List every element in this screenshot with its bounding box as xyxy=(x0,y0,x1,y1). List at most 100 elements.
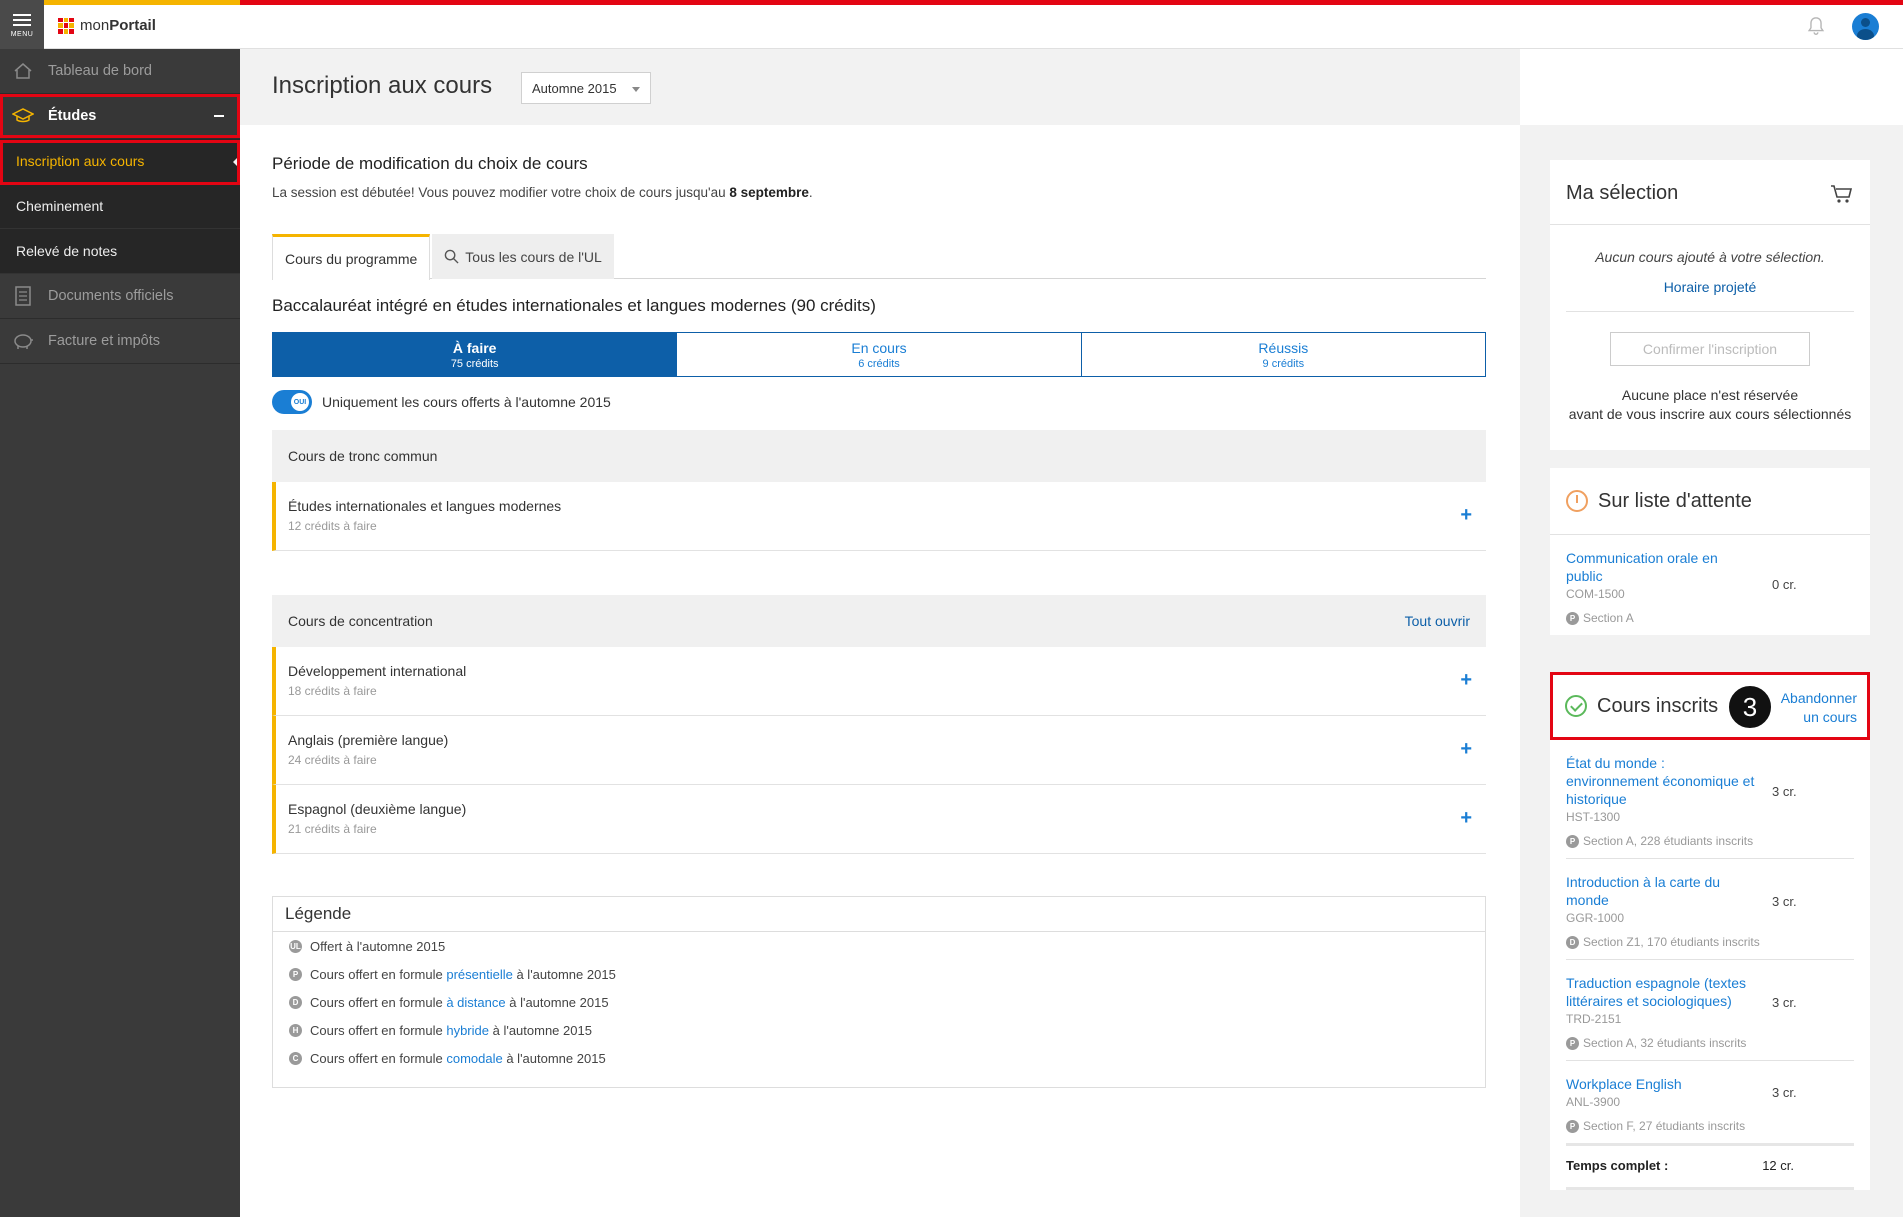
accent-line xyxy=(44,0,240,5)
sidebar-item-label: Études xyxy=(48,108,97,124)
expand-plus-icon[interactable]: + xyxy=(1460,738,1472,761)
tab-label: Cours du programme xyxy=(285,250,418,267)
piggy-bank-icon xyxy=(12,330,34,352)
selection-note: Aucune place n'est réservée avant de vou… xyxy=(1550,386,1870,450)
toggle-knob: OUI xyxy=(291,393,309,411)
course-code: TRD-2151 xyxy=(1566,1012,1622,1026)
hamburger-icon xyxy=(13,11,31,29)
logo-text-light: mon xyxy=(80,17,110,34)
course-link[interactable]: Traduction espagnole (textes littéraires… xyxy=(1566,974,1756,1010)
course-credits: 3 cr. xyxy=(1772,894,1797,909)
home-icon xyxy=(12,60,34,82)
hybride-badge-icon: H xyxy=(289,1023,302,1037)
course-group-credits: 24 crédits à faire xyxy=(288,753,377,767)
offered-ul-badge-icon: UL xyxy=(289,939,302,953)
expand-plus-icon[interactable]: + xyxy=(1460,504,1472,527)
legend-title: Légende xyxy=(273,897,1485,932)
legend-link[interactable]: présentielle xyxy=(446,967,513,982)
sidebar-subitem-inscription[interactable]: Inscription aux cours xyxy=(0,139,240,184)
enrolled-header: Cours inscrits 3 Abandonner un cours xyxy=(1550,672,1870,740)
logo-mark-icon xyxy=(58,17,74,34)
course-group-credits: 12 crédits à faire xyxy=(288,519,377,533)
sidebar-item-label: Facture et impôts xyxy=(48,333,161,349)
projected-schedule-link[interactable]: Horaire projeté xyxy=(1550,279,1870,295)
course-section-text: Section F, 27 étudiants inscrits xyxy=(1583,1119,1746,1133)
sidebar-item-documents[interactable]: Documents officiels xyxy=(0,274,240,319)
course-credits: 3 cr. xyxy=(1772,1085,1797,1100)
legend-text: à l'automne 2015 xyxy=(516,966,616,982)
user-avatar[interactable] xyxy=(1852,13,1879,40)
collapse-icon[interactable] xyxy=(214,115,224,117)
course-tabs: Cours du programme Tous les cours de l'U… xyxy=(272,234,1486,280)
section-title: Cours de concentration xyxy=(288,613,433,629)
sidebar-item-dashboard[interactable]: Tableau de bord xyxy=(0,49,240,94)
segment-a-faire[interactable]: À faire 75 crédits xyxy=(273,333,677,376)
legend-link[interactable]: comodale xyxy=(446,1051,502,1066)
course-link[interactable]: État du monde : environnement économique… xyxy=(1566,754,1756,808)
segment-label: Réussis xyxy=(1258,339,1309,356)
selection-card: Ma sélection Aucun cours ajouté à votre … xyxy=(1550,160,1870,450)
course-group-credits: 18 crédits à faire xyxy=(288,684,377,698)
course-link[interactable]: Introduction à la carte du monde xyxy=(1566,873,1756,909)
course-group-row[interactable]: Développement international 18 crédits à… xyxy=(272,647,1486,716)
offered-filter-label: Uniquement les cours offerts à l'automne… xyxy=(322,394,611,410)
offered-filter-toggle[interactable]: OUI xyxy=(272,390,312,414)
course-group-row[interactable]: Espagnol (deuxième langue) 21 crédits à … xyxy=(272,785,1486,854)
course-section: P Section A, 228 étudiants inscrits xyxy=(1566,834,1854,859)
document-icon xyxy=(12,285,34,307)
course-group-row[interactable]: Études internationales et langues modern… xyxy=(272,482,1486,551)
app-logo[interactable]: mon Portail xyxy=(58,17,156,34)
section-header: Cours de concentration Tout ouvrir xyxy=(272,595,1486,647)
expand-plus-icon[interactable]: + xyxy=(1460,669,1472,692)
tab-label: Tous les cours de l'UL xyxy=(465,248,602,265)
presentiel-badge-icon: P xyxy=(1566,611,1579,625)
enrolled-card: Cours inscrits 3 Abandonner un cours Éta… xyxy=(1550,672,1870,1190)
legend-item: P Cours offert en formule présentielle à… xyxy=(273,960,1485,988)
course-section-text: Section A, 228 étudiants inscrits xyxy=(1583,834,1754,848)
presentiel-badge-icon: P xyxy=(1566,1036,1579,1050)
segment-label: À faire xyxy=(452,339,497,356)
main-content: Inscription aux cours Automne 2015 Pério… xyxy=(240,49,1520,1217)
credits-segmented-control: À faire 75 crédits En cours 6 crédits Ré… xyxy=(272,332,1486,377)
course-code: GGR-1000 xyxy=(1566,911,1625,925)
sidebar-subitem-cheminement[interactable]: Cheminement xyxy=(0,184,240,229)
legend-text: Cours offert en formule xyxy=(310,994,443,1010)
distance-badge-icon: D xyxy=(289,995,302,1009)
segment-reussis[interactable]: Réussis 9 crédits xyxy=(1080,333,1485,376)
comodale-badge-icon: C xyxy=(289,1051,302,1065)
cart-icon[interactable] xyxy=(1830,184,1854,204)
selection-note-line: avant de vous inscrire aux cours sélecti… xyxy=(1568,406,1852,422)
session-select[interactable]: Automne 2015 xyxy=(521,72,651,104)
course-group-row[interactable]: Anglais (première langue) 24 crédits à f… xyxy=(272,716,1486,785)
sidebar-item-etudes[interactable]: Études xyxy=(0,94,240,139)
expand-plus-icon[interactable]: + xyxy=(1460,807,1472,830)
selection-empty-text: Aucun cours ajouté à votre sélection. xyxy=(1595,249,1825,265)
course-section: P Section F, 27 étudiants inscrits xyxy=(1566,1119,1854,1143)
page-title: Inscription aux cours xyxy=(272,72,493,99)
waitlist-header: Sur liste d'attente xyxy=(1550,468,1870,535)
menu-button[interactable]: MENU xyxy=(0,0,44,49)
legend-link[interactable]: à distance xyxy=(446,995,505,1010)
sidebar-subitem-releve[interactable]: Relevé de notes xyxy=(0,229,240,274)
confirm-enrollment-button[interactable]: Confirmer l'inscription xyxy=(1610,332,1810,366)
course-link[interactable]: Communication orale en public xyxy=(1566,549,1756,585)
total-credits-row: Temps complet : 12 cr. xyxy=(1550,1146,1870,1187)
legend-link[interactable]: hybride xyxy=(446,1023,489,1038)
legend-item: UL Offert à l'automne 2015 xyxy=(273,932,1485,960)
top-bar: MENU mon Portail xyxy=(0,0,1903,49)
tab-tous-les-cours[interactable]: Tous les cours de l'UL xyxy=(432,234,614,279)
notification-bell-icon[interactable] xyxy=(1805,15,1827,37)
page-header: Inscription aux cours Automne 2015 xyxy=(240,49,1520,125)
sidebar-item-facture[interactable]: Facture et impôts xyxy=(0,319,240,364)
expand-all-link[interactable]: Tout ouvrir xyxy=(1405,613,1470,629)
segment-en-cours[interactable]: En cours 6 crédits xyxy=(676,333,1080,376)
course-code: COM-1500 xyxy=(1566,587,1625,601)
course-link[interactable]: Workplace English xyxy=(1566,1075,1756,1093)
drop-course-label: Abandonner xyxy=(1780,690,1857,706)
enrolled-course: Workplace English ANL-3900 3 cr. P Secti… xyxy=(1550,1061,1870,1143)
tab-cours-programme[interactable]: Cours du programme xyxy=(272,234,431,280)
segment-credits: 75 crédits xyxy=(450,357,499,370)
session-select-value: Automne 2015 xyxy=(532,81,617,96)
drop-course-link[interactable]: Abandonner un cours xyxy=(1781,689,1857,727)
section-header: Cours de tronc commun xyxy=(272,430,1486,482)
